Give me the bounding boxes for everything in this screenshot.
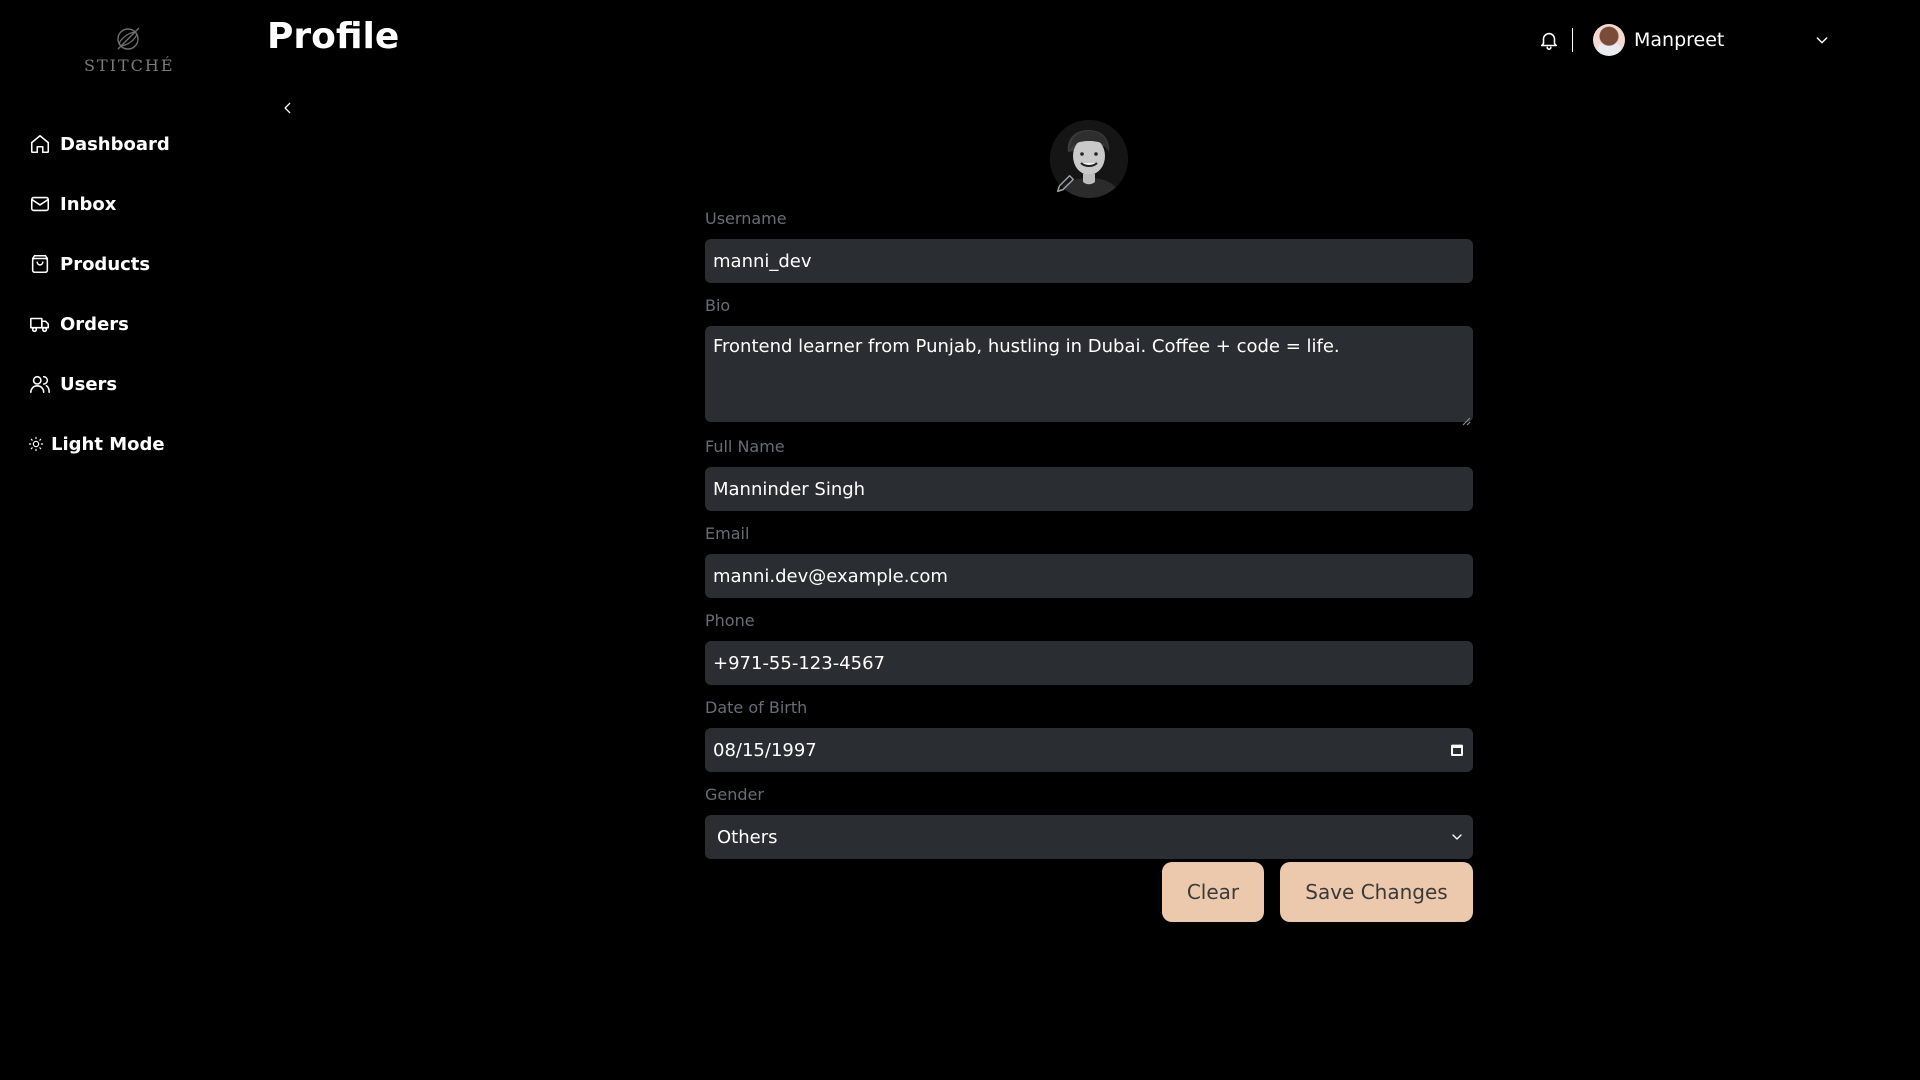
calendar-icon[interactable] xyxy=(1449,742,1465,758)
email-field[interactable]: manni.dev@example.com xyxy=(705,554,1473,598)
username-value: manni_dev xyxy=(713,250,812,272)
gender-select[interactable]: Others xyxy=(705,815,1473,859)
resize-grip-icon[interactable] xyxy=(1461,410,1471,426)
phone-input[interactable]: +971-55-123-4567 xyxy=(705,641,1473,685)
user-name[interactable]: Manpreet xyxy=(1634,29,1810,51)
save-button[interactable]: Save Changes xyxy=(1280,862,1473,922)
truck-icon xyxy=(28,312,52,336)
chevron-down-icon xyxy=(1449,829,1465,845)
dob-input[interactable]: 08/15/1997 xyxy=(705,728,1473,772)
full-name-value: Manninder Singh xyxy=(713,478,866,500)
chevron-down-icon xyxy=(1816,37,1828,44)
phone-value: +971-55-123-4567 xyxy=(713,652,885,674)
back-button[interactable] xyxy=(278,96,298,120)
mail-icon xyxy=(28,192,52,216)
email-value: manni.dev@example.com xyxy=(713,565,948,587)
sun-icon xyxy=(28,432,44,456)
dob-value: 08/15/1997 xyxy=(713,739,817,761)
needle-logo-icon xyxy=(117,27,140,50)
sidebar-nav: Dashboard Inbox Products Orders Users Li… xyxy=(28,114,170,474)
sidebar-item-label: Light Mode xyxy=(51,433,165,455)
top-bar: Manpreet xyxy=(1536,22,1834,58)
sidebar-item-products[interactable]: Products xyxy=(28,234,170,294)
profile-form: Username manni_dev Bio Frontend learner … xyxy=(705,208,1473,871)
sidebar-item-users[interactable]: Users xyxy=(28,354,170,414)
dob-label: Date of Birth xyxy=(705,698,808,717)
shopping-bag-icon xyxy=(28,252,52,276)
bio-label: Bio xyxy=(705,296,731,315)
brand-name: STITCHÉ xyxy=(84,56,175,75)
gender-value: Others xyxy=(717,826,778,848)
full-name-input[interactable]: Manninder Singh xyxy=(705,467,1473,511)
sidebar-item-label: Products xyxy=(60,253,151,275)
edit-photo-button[interactable] xyxy=(1054,173,1076,195)
bell-icon xyxy=(1540,32,1558,50)
users-icon xyxy=(28,372,52,396)
pencil-icon xyxy=(1056,175,1074,193)
sidebar-item-orders[interactable]: Orders xyxy=(28,294,170,354)
username-input[interactable]: manni_dev xyxy=(705,239,1473,283)
page-title: Profile xyxy=(267,16,400,57)
form-actions: Clear Save Changes xyxy=(1162,862,1473,922)
sidebar: STITCHÉ Dashboard Inbox Products Orders xyxy=(0,0,260,1080)
email-label: Email xyxy=(705,524,750,543)
avatar[interactable] xyxy=(1593,24,1625,56)
full-name-label: Full Name xyxy=(705,437,785,456)
gender-label: Gender xyxy=(705,785,764,804)
home-icon xyxy=(28,132,52,156)
sidebar-item-label: Dashboard xyxy=(60,133,170,155)
sidebar-item-inbox[interactable]: Inbox xyxy=(28,174,170,234)
clear-button[interactable]: Clear xyxy=(1162,862,1264,922)
bio-value: Frontend learner from Punjab, hustling i… xyxy=(713,336,1340,357)
sidebar-item-label: Orders xyxy=(60,313,129,335)
divider xyxy=(1572,28,1573,52)
username-label: Username xyxy=(705,209,787,228)
phone-label: Phone xyxy=(705,611,755,630)
sidebar-item-dashboard[interactable]: Dashboard xyxy=(28,114,170,174)
sidebar-item-label: Inbox xyxy=(60,193,117,215)
user-menu-toggle[interactable] xyxy=(1810,28,1834,52)
notification-button[interactable] xyxy=(1536,27,1562,53)
sidebar-item-label: Users xyxy=(60,373,118,395)
sidebar-item-light-mode[interactable]: Light Mode xyxy=(28,414,170,474)
bio-textarea[interactable]: Frontend learner from Punjab, hustling i… xyxy=(705,326,1473,426)
chevron-left-icon xyxy=(284,102,291,114)
brand-logo[interactable]: STITCHÉ xyxy=(84,24,175,75)
